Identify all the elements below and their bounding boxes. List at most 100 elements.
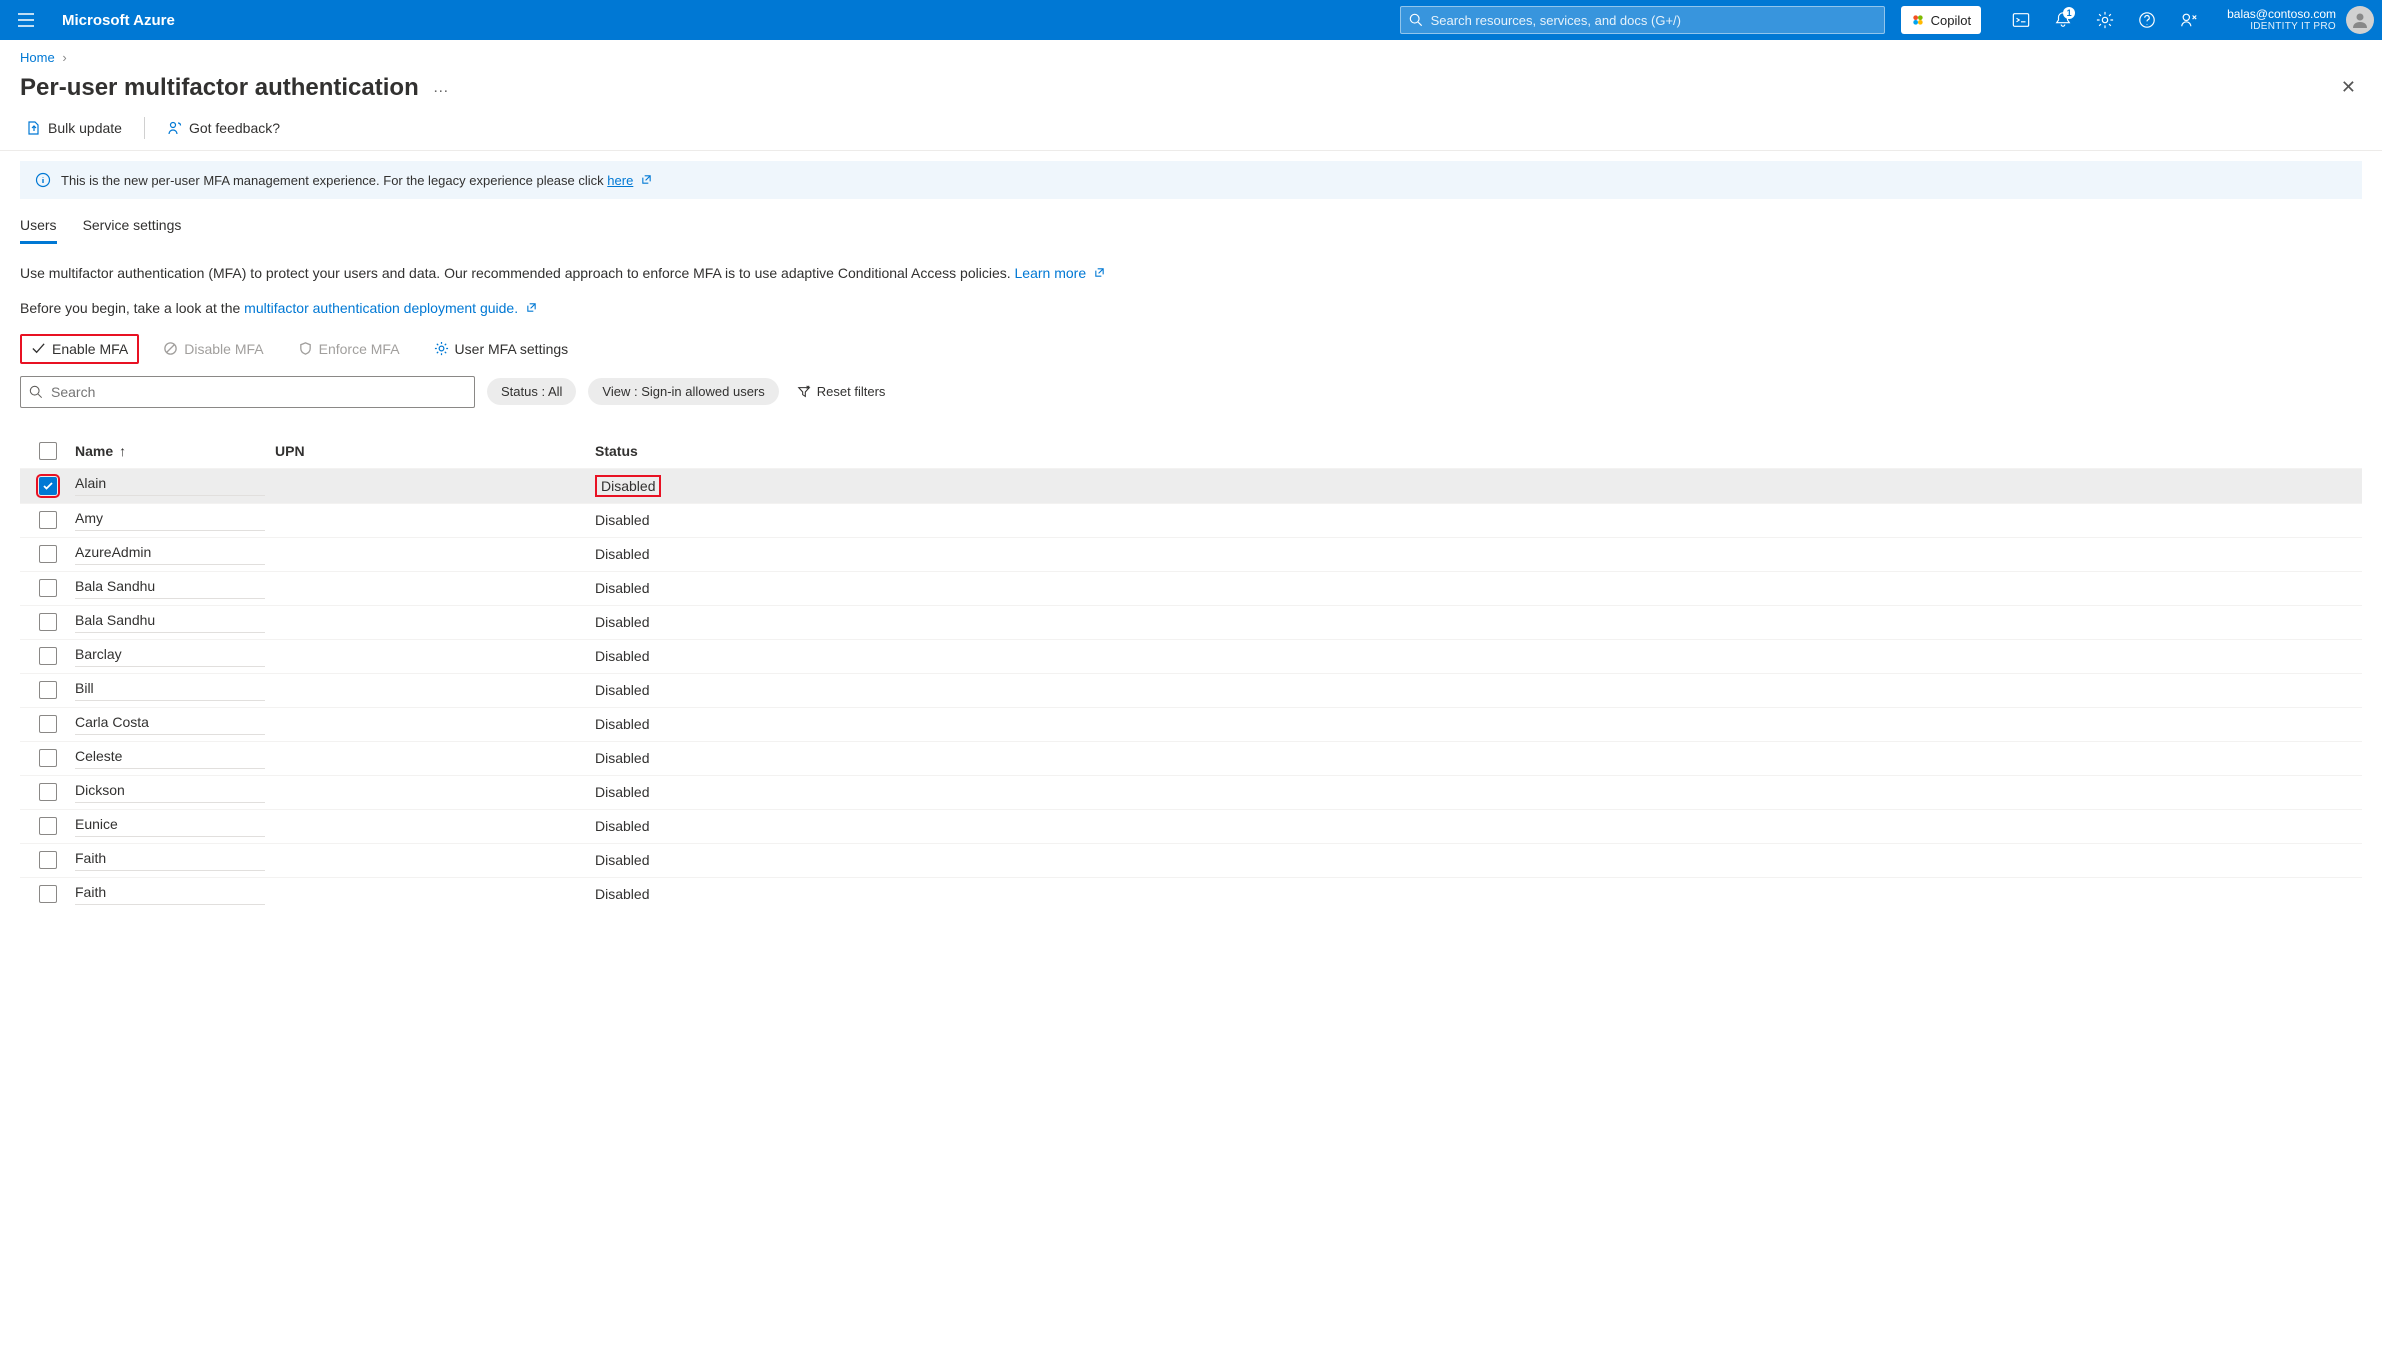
disable-mfa-button: Disable MFA (153, 335, 273, 363)
global-search-input[interactable] (1431, 13, 1876, 28)
row-checkbox[interactable] (39, 477, 57, 495)
row-status: Disabled (595, 784, 2362, 800)
banner-link[interactable]: here (607, 173, 633, 188)
shield-icon (298, 341, 313, 356)
got-feedback-button[interactable]: Got feedback? (161, 116, 286, 140)
row-name: Alain (75, 475, 265, 496)
row-name: Carla Costa (75, 714, 265, 735)
table-row[interactable]: CelesteDisabled (20, 741, 2362, 775)
close-icon[interactable]: ✕ (2335, 71, 2362, 104)
row-name: Amy (75, 510, 265, 531)
row-checkbox[interactable] (39, 681, 57, 699)
help-icon[interactable] (2129, 2, 2165, 38)
search-icon (29, 385, 43, 399)
enforce-mfa-label: Enforce MFA (319, 341, 400, 357)
enforce-mfa-button: Enforce MFA (288, 335, 410, 363)
row-name: Bill (75, 680, 265, 701)
row-status: Disabled (595, 580, 2362, 596)
row-status: Disabled (595, 682, 2362, 698)
search-icon (1409, 13, 1423, 27)
list-search-input[interactable] (51, 384, 466, 400)
row-checkbox[interactable] (39, 613, 57, 631)
table-row[interactable]: AmyDisabled (20, 503, 2362, 537)
hamburger-icon[interactable] (8, 2, 44, 38)
user-mfa-settings-button[interactable]: User MFA settings (424, 335, 579, 363)
table-row[interactable]: FaithDisabled (20, 843, 2362, 877)
row-name: Dickson (75, 782, 265, 803)
row-name: Eunice (75, 816, 265, 837)
feedback-icon[interactable] (2171, 2, 2207, 38)
account-menu[interactable]: balas@contoso.com IDENTITY IT PRO (2227, 6, 2374, 34)
notification-badge: 1 (2063, 7, 2075, 19)
prohibit-icon (163, 341, 178, 356)
description-line1: Use multifactor authentication (MFA) to … (20, 264, 2362, 284)
bulk-update-label: Bulk update (48, 120, 122, 136)
row-checkbox[interactable] (39, 885, 57, 903)
bulk-update-button[interactable]: Bulk update (20, 116, 128, 140)
table-row[interactable]: Carla Costa Disabled (20, 707, 2362, 741)
table-row[interactable]: Bill Disabled (20, 673, 2362, 707)
brand-label[interactable]: Microsoft Azure (62, 12, 175, 29)
more-icon[interactable]: … (433, 79, 450, 97)
table-row[interactable]: Bala Sandhu Disabled (20, 571, 2362, 605)
checkmark-icon (31, 341, 46, 356)
table-row[interactable]: Eunice Disabled (20, 809, 2362, 843)
row-checkbox[interactable] (39, 749, 57, 767)
column-header-upn[interactable]: UPN (275, 443, 595, 459)
row-checkbox[interactable] (39, 545, 57, 563)
row-checkbox[interactable] (39, 715, 57, 733)
deployment-guide-link[interactable]: multifactor authentication deployment gu… (244, 300, 518, 316)
column-header-status[interactable]: Status (595, 443, 2362, 459)
status-filter-pill[interactable]: Status : All (487, 378, 576, 405)
row-status: Disabled (595, 716, 2362, 732)
reset-filters-button[interactable]: Reset filters (797, 384, 886, 399)
table-row[interactable]: Barclay Disabled (20, 639, 2362, 673)
learn-more-link[interactable]: Learn more (1015, 265, 1087, 281)
row-name: Celeste (75, 748, 265, 769)
select-all-checkbox[interactable] (39, 442, 57, 460)
view-filter-pill[interactable]: View : Sign-in allowed users (588, 378, 778, 405)
account-subtitle: IDENTITY IT PRO (2227, 21, 2336, 33)
row-checkbox[interactable] (39, 647, 57, 665)
settings-icon[interactable] (2087, 2, 2123, 38)
copilot-button[interactable]: Copilot (1901, 6, 1981, 34)
info-icon (35, 172, 51, 188)
external-icon (641, 173, 652, 188)
row-checkbox[interactable] (39, 579, 57, 597)
title-row: Per-user multifactor authentication … ✕ (0, 65, 2382, 112)
feedback-person-icon (167, 120, 183, 136)
list-search[interactable] (20, 376, 475, 408)
cloud-shell-icon[interactable] (2003, 2, 2039, 38)
table-row[interactable]: Alain Disabled (20, 468, 2362, 503)
row-name: Bala Sandhu (75, 612, 265, 633)
row-name: Barclay (75, 646, 265, 667)
toolbar-separator (144, 117, 145, 139)
table-row[interactable]: Bala Sandhu Disabled (20, 605, 2362, 639)
row-status: Disabled (595, 818, 2362, 834)
notifications-icon[interactable]: 1 (2045, 2, 2081, 38)
breadcrumb-home[interactable]: Home (20, 50, 55, 65)
row-status: Disabled (595, 475, 2362, 497)
column-header-name[interactable]: Name ↑ (75, 443, 275, 459)
filter-clear-icon (797, 385, 811, 399)
row-name: Bala Sandhu (75, 578, 265, 599)
row-status: Disabled (595, 614, 2362, 630)
table-row[interactable]: Dickson Disabled (20, 775, 2362, 809)
global-search[interactable] (1400, 6, 1885, 34)
row-checkbox[interactable] (39, 783, 57, 801)
tab-service-settings[interactable]: Service settings (83, 213, 182, 244)
users-table: Name ↑ UPN Status AlainDisabledAmyDisabl… (20, 434, 2362, 911)
mfa-commands: Enable MFA Disable MFA Enforce MFA User … (20, 334, 2362, 364)
table-row[interactable]: FaithDisabled (20, 877, 2362, 911)
table-row[interactable]: AzureAdminDisabled (20, 537, 2362, 571)
row-name: AzureAdmin (75, 544, 265, 565)
row-checkbox[interactable] (39, 817, 57, 835)
row-checkbox[interactable] (39, 511, 57, 529)
row-status: Disabled (595, 648, 2362, 664)
description-line2: Before you begin, take a look at the mul… (20, 300, 2362, 316)
page-content[interactable]: This is the new per-user MFA management … (0, 151, 2382, 1332)
row-checkbox[interactable] (39, 851, 57, 869)
banner-text: This is the new per-user MFA management … (61, 173, 607, 188)
tab-users[interactable]: Users (20, 213, 57, 244)
enable-mfa-button[interactable]: Enable MFA (20, 334, 139, 364)
